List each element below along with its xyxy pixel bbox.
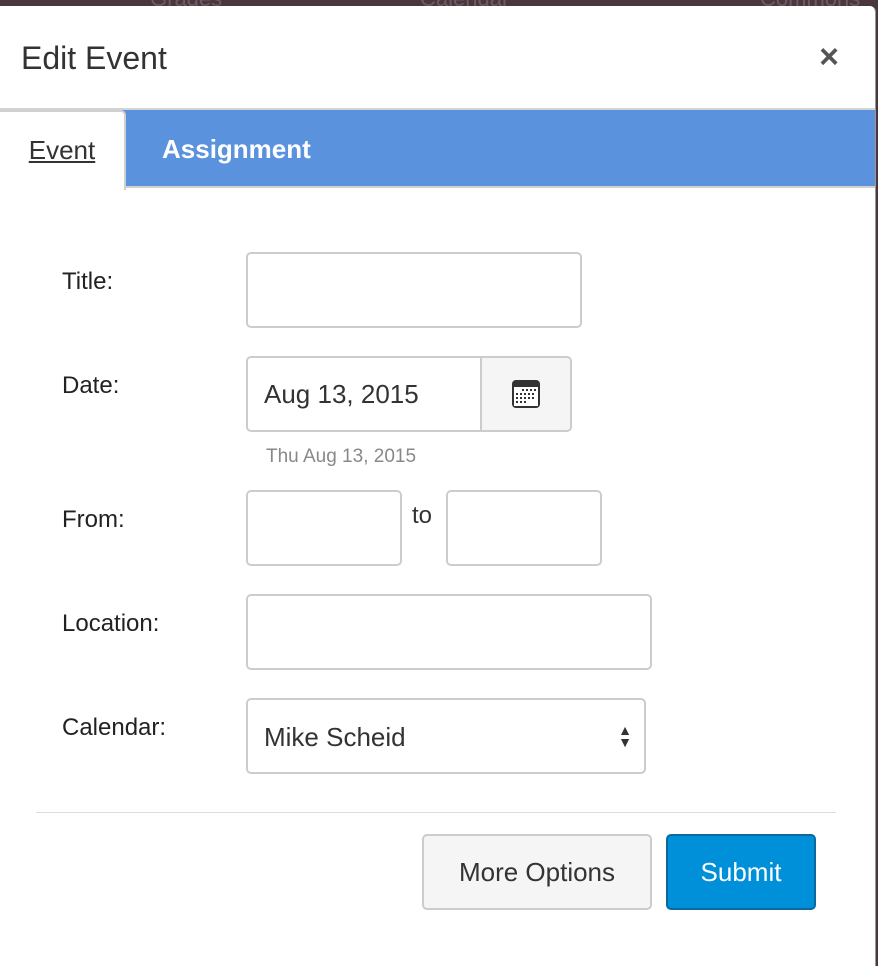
date-picker-button[interactable] <box>480 356 572 432</box>
dialog-header: Edit Event × <box>0 6 875 110</box>
location-label: Location: <box>62 610 160 637</box>
footer-divider <box>36 812 836 813</box>
calendar-select-value: Mike Scheid <box>264 722 406 752</box>
title-input[interactable] <box>246 252 582 328</box>
more-options-button[interactable]: More Options <box>422 834 652 910</box>
tab-bar: Event Assignment <box>0 110 875 190</box>
from-label: From: <box>62 506 125 533</box>
close-icon[interactable]: × <box>819 38 839 77</box>
select-arrows-icon: ▲ ▼ <box>618 722 632 750</box>
calendar-label: Calendar: <box>62 714 167 741</box>
to-separator: to <box>412 502 433 529</box>
submit-button[interactable]: Submit <box>666 834 816 910</box>
calendar-select[interactable]: Mike Scheid ▲ ▼ <box>246 698 646 774</box>
date-label: Date: <box>62 372 120 399</box>
title-label: Title: <box>62 268 114 295</box>
tab-assignment[interactable]: Assignment <box>162 110 311 188</box>
date-input[interactable]: Aug 13, 2015 <box>246 356 482 432</box>
date-hint: Thu Aug 13, 2015 <box>266 446 417 467</box>
start-time-input[interactable] <box>246 490 402 566</box>
edit-event-dialog: Edit Event × Event Assignment <box>0 6 876 966</box>
tab-event[interactable]: Event <box>0 110 126 190</box>
location-input[interactable] <box>246 594 652 670</box>
dialog-title: Edit Event <box>21 40 167 76</box>
calendar-icon <box>512 380 540 408</box>
end-time-input[interactable] <box>446 490 602 566</box>
